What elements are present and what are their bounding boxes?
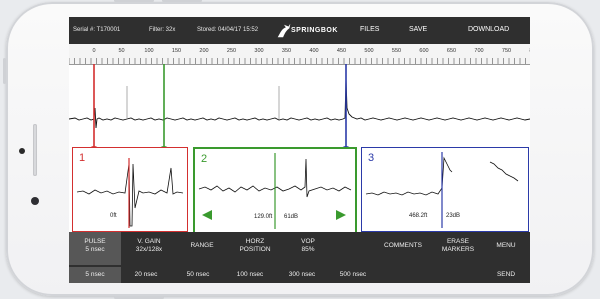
ruler-label: 0 (92, 48, 95, 54)
panel-3-distance: 468.2ft (409, 213, 428, 219)
range-control[interactable]: RANGE (177, 232, 227, 265)
ruler-label: 200 (199, 48, 208, 54)
vop-value: 85% (301, 246, 315, 253)
markers-label: MARKERS (441, 246, 475, 253)
zoom-panel-3[interactable]: 3 468.2ft 23dB (361, 147, 529, 232)
side-button (3, 58, 6, 84)
erase-label: ERASE (446, 238, 470, 245)
ruler-label: 50 (118, 48, 124, 54)
volume-up-button (114, 0, 154, 2)
comments-button[interactable]: COMMENTS (374, 232, 432, 265)
ruler-scale: 0 50 100 150 200 250 300 350 400 450 500 550 600 650 7… (69, 48, 530, 64)
brand-name: SPRINGBOK (291, 27, 338, 34)
ruler-label: 800 (529, 48, 530, 54)
pulse-option-50[interactable]: 50 nsec (173, 267, 223, 283)
pulse-option-500[interactable]: 500 nsec (327, 267, 379, 283)
pulse-label: PULSE (84, 238, 106, 245)
panel-2-distance: 129.0ft (254, 214, 273, 220)
ruler-label: 600 (419, 48, 428, 54)
download-button[interactable]: DOWNLOAD (468, 26, 509, 33)
main-trace-line (69, 78, 530, 129)
vop-control[interactable]: VOP 85% (283, 232, 333, 265)
menu-button[interactable]: MENU (482, 232, 530, 265)
control-bar: PULSE 5 nsec V. GAIN 32x/128x RANGE HORZ… (69, 232, 530, 283)
menu-label: MENU (496, 242, 516, 249)
header-bar: Serial #: T170001 Filter: 32x Stored: 04… (69, 17, 530, 44)
ruler-label: 550 (392, 48, 401, 54)
horz-position-control[interactable]: HORZ POSITION (227, 232, 283, 265)
panel-2-trace (198, 153, 352, 229)
pan-left-arrow-icon[interactable] (201, 209, 213, 221)
save-button[interactable]: SAVE (409, 26, 427, 33)
ruler-label: 750 (502, 48, 511, 54)
position-label: POSITION (239, 246, 271, 253)
pulse-option-20[interactable]: 20 nsec (121, 267, 171, 283)
panel-3-gain: 23dB (446, 213, 461, 219)
pulse-option-100[interactable]: 100 nsec (224, 267, 276, 283)
pulse-control[interactable]: PULSE 5 nsec (69, 232, 121, 265)
app-screen: Serial #: T170001 Filter: 32x Stored: 04… (69, 17, 530, 283)
pan-right-arrow-icon[interactable] (335, 209, 347, 221)
panel-1-trace (76, 158, 184, 228)
panel-2-gain: 61dB (284, 214, 299, 220)
ruler-label: 650 (447, 48, 456, 54)
zoom-panel-2[interactable]: 2 129.0ft 61dB (193, 147, 357, 234)
front-camera (19, 148, 25, 154)
panel-1-distance: 0ft (110, 213, 117, 219)
comments-label: COMMENTS (384, 242, 422, 249)
zoom-panel-1[interactable]: 1 0ft (72, 147, 188, 232)
vop-label: VOP (301, 238, 315, 245)
ruler-label: 400 (309, 48, 318, 54)
ruler-label: 100 (144, 48, 153, 54)
volume-down-button (162, 0, 202, 2)
ruler-label: 500 (364, 48, 373, 54)
erase-markers-button[interactable]: ERASE MARKERS (434, 232, 482, 265)
ruler-label: 300 (254, 48, 263, 54)
ruler-label: 450 (337, 48, 346, 54)
ruler-label: 350 (282, 48, 291, 54)
proximity-sensor (31, 197, 39, 205)
panel-3-trace (365, 152, 519, 228)
pulse-value: 5 nsec (85, 246, 105, 253)
serial-number: Serial #: T170001 (73, 27, 121, 33)
send-button[interactable]: SEND (482, 267, 530, 283)
pulse-option-5[interactable]: 5 nsec (69, 267, 121, 283)
ruler-label: 700 (474, 48, 483, 54)
v-gain-value: 32x/128x (135, 246, 163, 253)
main-trace-plot[interactable] (69, 64, 530, 152)
v-gain-control[interactable]: V. GAIN 32x/128x (121, 232, 177, 265)
range-label: RANGE (190, 242, 214, 249)
filter-readout: Filter: 32x (149, 27, 176, 33)
pulse-option-300[interactable]: 300 nsec (276, 267, 328, 283)
distance-ruler[interactable]: 0 50 100 150 200 250 300 350 400 450 500 550 600 650 7… (69, 44, 530, 65)
files-button[interactable]: FILES (360, 26, 379, 33)
ruler-label: 250 (227, 48, 236, 54)
horz-label: HORZ (245, 238, 265, 245)
ruler-label: 150 (172, 48, 181, 54)
v-gain-label: V. GAIN (137, 238, 161, 245)
earpiece-speaker (33, 124, 37, 176)
stored-timestamp: Stored: 04/04/17 15:52 (197, 27, 259, 33)
